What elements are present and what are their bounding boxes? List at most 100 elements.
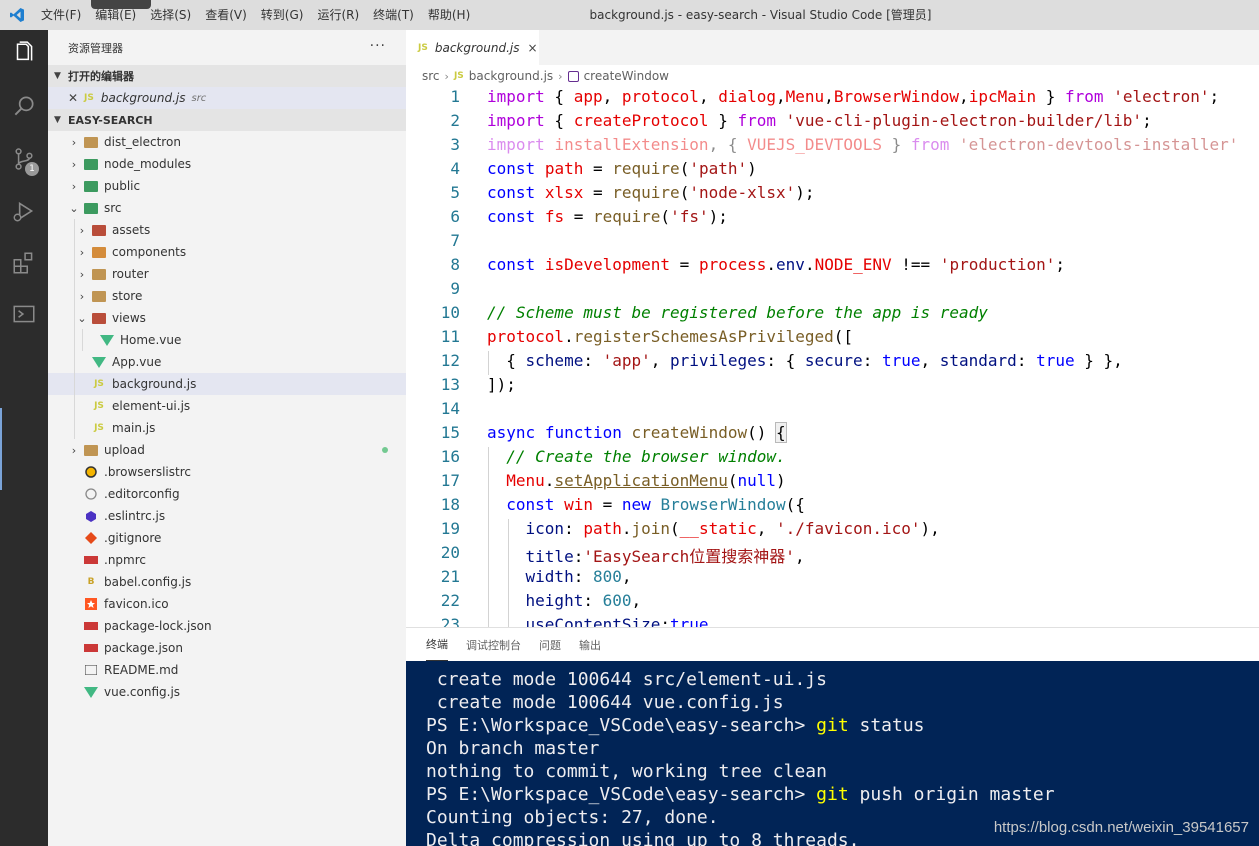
modified-dot xyxy=(382,447,388,453)
js-icon: JS xyxy=(94,379,104,389)
file-item-package-json[interactable]: package.json xyxy=(48,637,406,659)
remote-explorer-icon[interactable] xyxy=(0,290,48,338)
file-item-app-vue[interactable]: App.vue xyxy=(48,351,406,373)
file-item-eslintrc-js[interactable]: .eslintrc.js xyxy=(48,505,406,527)
file-item-babel-config-js[interactable]: Bbabel.config.js xyxy=(48,571,406,593)
code-editor[interactable]: 1 2 3 4 5 6 7 8 9 10 11 12 13 14 15 16 17 18 19 20 21 22 23 im… xyxy=(406,87,1259,627)
chevron-right-icon[interactable]: › xyxy=(66,136,82,149)
file-item-readme-md[interactable]: README.md xyxy=(48,659,406,681)
menu-item[interactable]: 转到(G) xyxy=(254,0,311,30)
indent-guide xyxy=(74,285,75,307)
chevron-right-icon[interactable]: › xyxy=(66,180,82,193)
file-item-home-vue[interactable]: Home.vue xyxy=(48,329,406,351)
menu-item[interactable]: 文件(F) xyxy=(34,0,88,30)
chevron-right-icon[interactable]: › xyxy=(66,158,82,171)
indent-guide xyxy=(74,351,75,373)
line-number: 23 xyxy=(440,615,460,627)
folder-item-public[interactable]: › public xyxy=(48,175,406,197)
scm-badge: 1 xyxy=(25,162,39,176)
chevron-right-icon[interactable]: › xyxy=(74,224,90,237)
breadcrumb-folder[interactable]: src xyxy=(422,69,440,83)
title-bar: 文件(F) 编辑(E) 选择(S) 查看(V) 转到(G) 运行(R) 终端(T) 帮助(H)… xyxy=(0,0,1259,30)
folder-item-components[interactable]: › components xyxy=(48,241,406,263)
source-control-icon[interactable]: 1 xyxy=(0,135,48,183)
breadcrumb-file[interactable]: background.js xyxy=(469,69,553,83)
folder-item-dist-electron[interactable]: › dist_electron xyxy=(48,131,406,153)
search-icon[interactable] xyxy=(0,82,48,130)
file-item-editorconfig[interactable]: .editorconfig xyxy=(48,483,406,505)
tree-item-label: src xyxy=(104,201,122,215)
panel-tab[interactable]: 输出 xyxy=(579,629,601,661)
panel-tab[interactable]: 终端 xyxy=(426,628,448,661)
folder-item-assets[interactable]: › assets xyxy=(48,219,406,241)
panel-tabs: 终端 调试控制台 问题 输出 xyxy=(406,627,1259,661)
vue-icon xyxy=(82,684,100,700)
file-item-vue-config-js[interactable]: vue.config.js xyxy=(48,681,406,703)
file-item-browserslistrc[interactable]: .browserslistrc xyxy=(48,461,406,483)
line-number: 10 xyxy=(440,303,460,322)
terminal-text: PS E:\Workspace_VSCode\easy-search> xyxy=(426,715,817,736)
chevron-right-icon[interactable]: › xyxy=(74,268,90,281)
tab-background-js[interactable]: JS background.js × xyxy=(406,30,539,65)
more-actions-icon[interactable]: ··· xyxy=(370,38,386,54)
folder-item-views[interactable]: ⌄ views xyxy=(48,307,406,329)
file-item-package-lock-json[interactable]: package-lock.json xyxy=(48,615,406,637)
tab-label: background.js xyxy=(434,40,520,55)
file-item-element-ui-js[interactable]: JS element-ui.js xyxy=(48,395,406,417)
menu-item[interactable]: 帮助(H) xyxy=(421,0,477,30)
code-line: const win = new BrowserWindow({ xyxy=(506,495,805,514)
breadcrumb: src › JS background.js › createWindow xyxy=(406,65,1259,87)
file-item-background-js[interactable]: JS background.js xyxy=(48,373,406,395)
line-number: 20 xyxy=(440,543,460,562)
folder-green-icon xyxy=(82,156,100,172)
code-line: protocol.registerSchemesAsPrivileged([ xyxy=(487,327,854,346)
tree-item-label: node_modules xyxy=(104,157,192,171)
folder-item-node-modules[interactable]: › node_modules xyxy=(48,153,406,175)
menu-item[interactable]: 选择(S) xyxy=(143,0,198,30)
panel-tab[interactable]: 调试控制台 xyxy=(466,629,521,661)
tree-item-label: background.js xyxy=(112,377,197,391)
code-line: const path = require('path') xyxy=(487,159,757,178)
chevron-right-icon[interactable]: › xyxy=(74,290,90,303)
line-number: 14 xyxy=(440,399,460,418)
file-item-favicon-ico[interactable]: favicon.ico xyxy=(48,593,406,615)
babel-icon: B xyxy=(87,577,95,587)
close-icon[interactable]: ✕ xyxy=(68,91,84,105)
menu-item[interactable]: 运行(R) xyxy=(310,0,366,30)
tree-item-label: views xyxy=(112,311,146,325)
terminal-line: Counting objects: 27, done. xyxy=(426,807,719,828)
close-icon[interactable]: × xyxy=(527,41,537,55)
panel-tab[interactable]: 问题 xyxy=(539,629,561,661)
folder-item-store[interactable]: › store xyxy=(48,285,406,307)
terminal-line: create mode 100644 src/element-ui.js xyxy=(426,669,827,690)
open-editors-section[interactable]: ▼ 打开的编辑器 xyxy=(48,65,406,87)
terminal-line: On branch master xyxy=(426,738,599,759)
chevron-right-icon[interactable]: › xyxy=(66,444,82,457)
code-line: // Scheme must be registered before the … xyxy=(487,303,988,322)
menu-item[interactable]: 查看(V) xyxy=(198,0,254,30)
file-item-gitignore[interactable]: .gitignore xyxy=(48,527,406,549)
explorer-icon[interactable] xyxy=(0,30,48,78)
chevron-right-icon[interactable]: › xyxy=(74,246,90,259)
folder-item-src[interactable]: ⌄ src xyxy=(48,197,406,219)
menu-item[interactable]: 终端(T) xyxy=(366,0,421,30)
browserslist-icon xyxy=(82,464,100,480)
line-number: 11 xyxy=(440,327,460,346)
run-debug-icon[interactable] xyxy=(0,187,48,235)
workspace-section[interactable]: ▼ EASY-SEARCH xyxy=(48,109,406,131)
chevron-down-icon[interactable]: ⌄ xyxy=(74,312,90,325)
tree-item-label: assets xyxy=(112,223,151,237)
folder-icon xyxy=(90,266,108,282)
open-editor-item[interactable]: ✕ JS background.js src xyxy=(48,87,406,109)
extensions-icon[interactable] xyxy=(0,239,48,287)
line-number: 18 xyxy=(440,495,460,514)
file-item-npmrc[interactable]: .npmrc xyxy=(48,549,406,571)
file-item-main-js[interactable]: JS main.js xyxy=(48,417,406,439)
chevron-down-icon[interactable]: ⌄ xyxy=(66,202,82,215)
folder-item-upload[interactable]: › upload xyxy=(48,439,406,461)
terminal-line: create mode 100644 vue.config.js xyxy=(426,692,784,713)
folder-item-router[interactable]: › router xyxy=(48,263,406,285)
breadcrumb-symbol[interactable]: createWindow xyxy=(584,69,669,83)
terminal-text: PS E:\Workspace_VSCode\easy-search> xyxy=(426,784,817,805)
vscode-logo-icon[interactable] xyxy=(0,0,34,30)
